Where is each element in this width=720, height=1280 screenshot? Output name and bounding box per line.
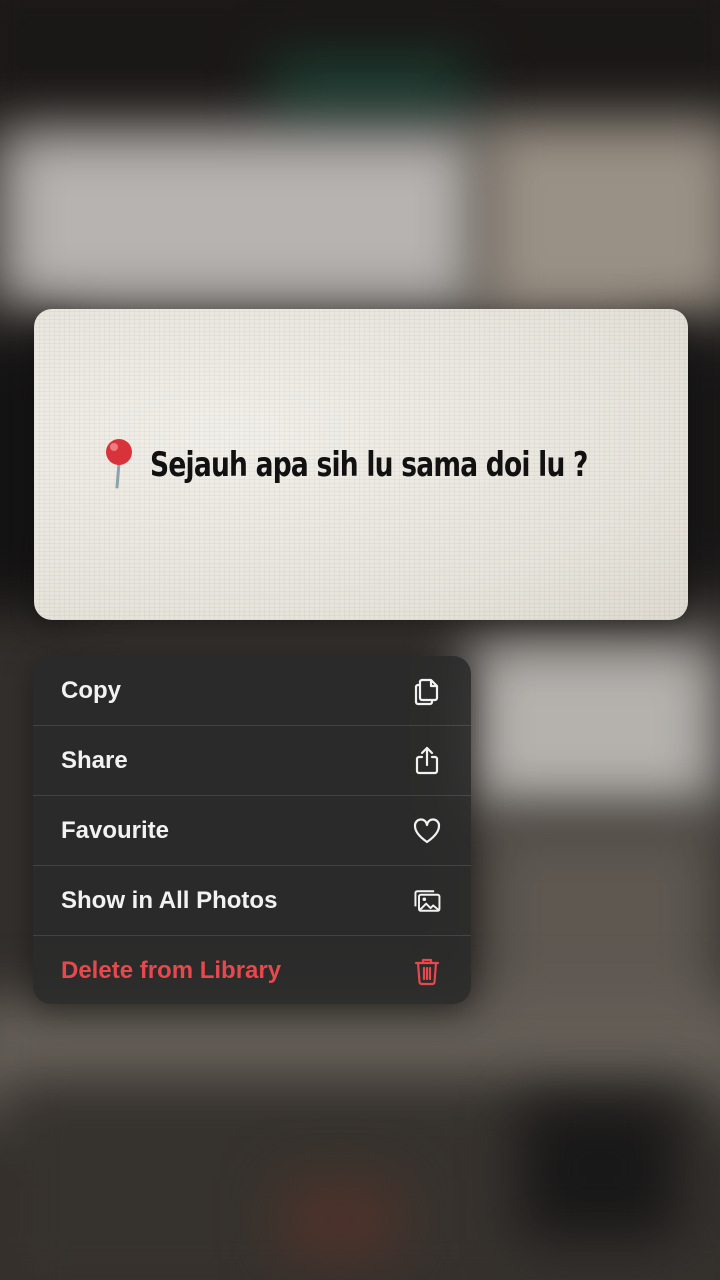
menu-item-label: Copy bbox=[61, 676, 121, 704]
copy-icon bbox=[411, 675, 443, 707]
menu-item-label: Favourite bbox=[61, 816, 170, 844]
blurred-background bbox=[0, 0, 720, 1280]
favourite-menu-item[interactable]: Favourite bbox=[33, 796, 471, 866]
delete-from-library-menu-item[interactable]: Delete from Library bbox=[33, 936, 471, 1004]
round-pushpin-icon bbox=[102, 437, 136, 489]
share-icon bbox=[411, 745, 443, 777]
menu-item-label: Delete from Library bbox=[61, 957, 282, 984]
photo-preview-card[interactable]: Sejauh apa sih lu sama doi lu ? bbox=[34, 309, 688, 620]
menu-item-label: Show in All Photos bbox=[61, 886, 278, 914]
caption-row: Sejauh apa sih lu sama doi lu ? bbox=[34, 309, 688, 620]
heart-icon bbox=[411, 815, 443, 847]
show-in-all-photos-menu-item[interactable]: Show in All Photos bbox=[33, 866, 471, 936]
share-menu-item[interactable]: Share bbox=[33, 726, 471, 796]
caption-text: Sejauh apa sih lu sama doi lu ? bbox=[150, 444, 588, 485]
menu-item-label: Share bbox=[61, 746, 128, 774]
copy-menu-item[interactable]: Copy bbox=[33, 656, 471, 726]
photos-icon bbox=[411, 885, 443, 917]
context-menu: Copy Share Favourite Show in All Photos … bbox=[33, 656, 471, 1004]
trash-icon bbox=[411, 955, 443, 987]
